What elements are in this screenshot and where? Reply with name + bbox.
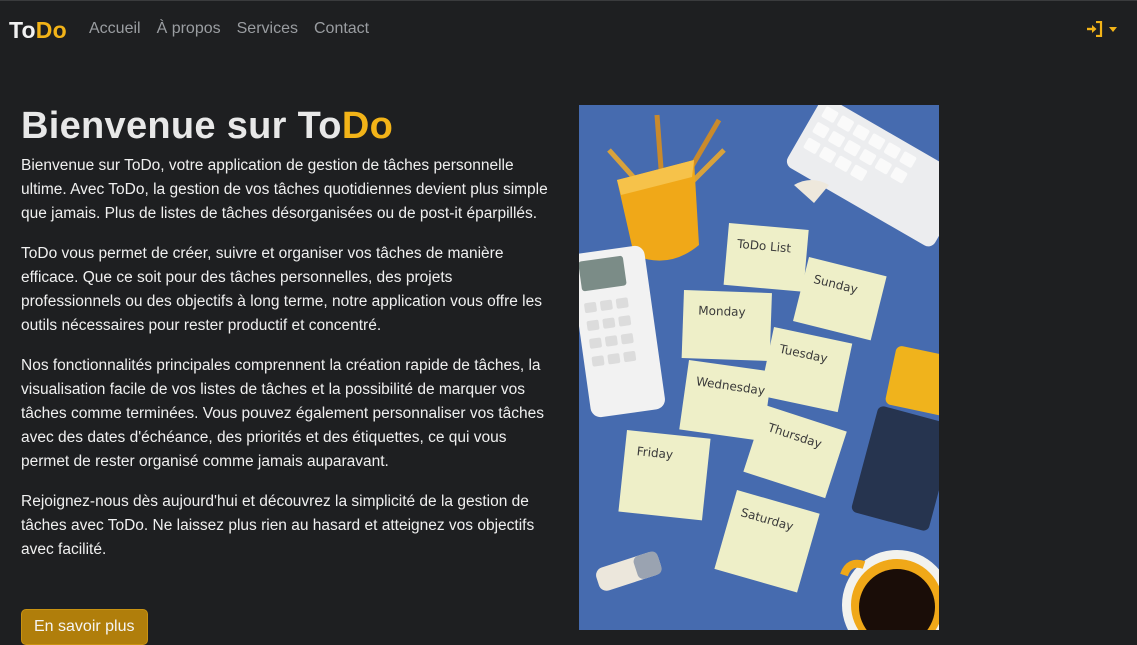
login-dropdown[interactable] [1086, 21, 1117, 37]
page-title: Bienvenue sur ToDo [21, 105, 394, 147]
chevron-down-icon [1109, 27, 1117, 32]
nav-link-contact[interactable]: Contact [314, 20, 369, 38]
note-monday: Monday [698, 304, 746, 320]
nav-links: Accueil À propos Services Contact [89, 20, 369, 38]
intro-paragraph-2: ToDo vous permet de créer, suivre et org… [21, 244, 542, 334]
sign-in-icon [1087, 21, 1103, 37]
brand-logo[interactable]: ToDo [9, 17, 67, 44]
nav-link-services[interactable]: Services [237, 20, 298, 38]
intro-paragraph-3: Nos fonctionnalités principales comprenn… [21, 356, 544, 470]
intro-paragraph-4: Rejoignez-nous dès aujourd'hui et découv… [21, 492, 535, 558]
navbar: ToDo Accueil À propos Services Contact [0, 0, 1137, 60]
learn-more-button[interactable]: En savoir plus [21, 609, 148, 645]
nav-link-accueil[interactable]: Accueil [89, 20, 141, 38]
nav-link-a-propos[interactable]: À propos [157, 20, 221, 38]
hero-image: ToDo List Sunday Monday Tuesday Wednesda… [579, 105, 939, 630]
intro-paragraph-1: Bienvenue sur ToDo, votre application de… [21, 156, 548, 222]
brand-text-do: Do [35, 17, 67, 43]
brand-text-to: To [9, 17, 36, 43]
main-content: Bienvenue sur ToDo Bienvenue sur ToDo, v… [21, 105, 556, 578]
